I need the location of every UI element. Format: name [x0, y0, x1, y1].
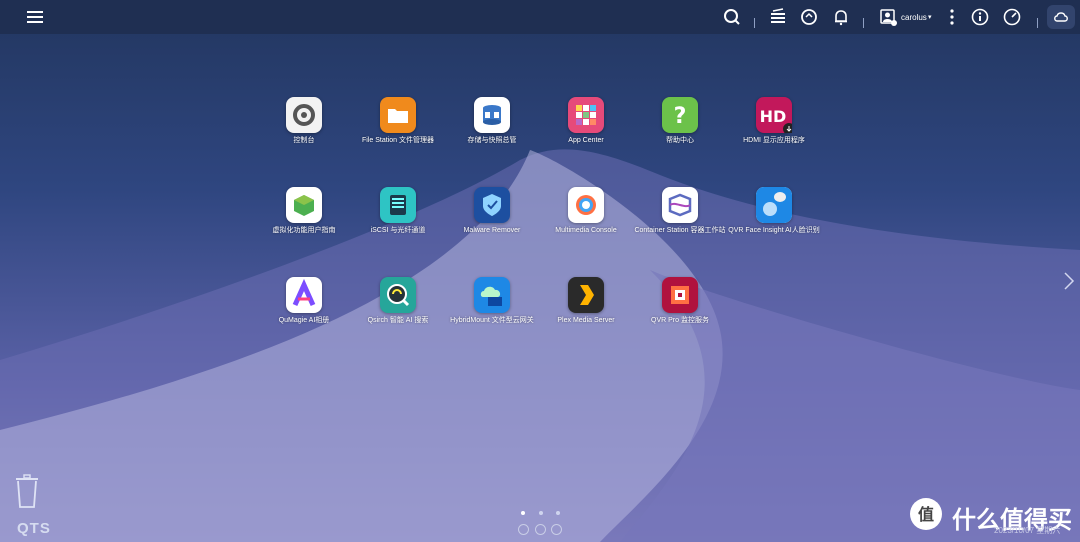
- speedometer-icon[interactable]: [1003, 8, 1021, 26]
- app-label: HybridMount 文件型云网关: [450, 317, 534, 324]
- separator: [754, 18, 755, 28]
- app-label: Malware Remover: [463, 227, 521, 234]
- separator: [1037, 18, 1038, 28]
- app-label: File Station 文件管理器: [362, 137, 434, 144]
- face-camera-icon[interactable]: [756, 187, 792, 223]
- svg-text:HD: HD: [760, 107, 787, 126]
- app-label: iSCSI 与光纤通道: [370, 227, 426, 234]
- app-help[interactable]: ? 帮助中心: [632, 97, 728, 146]
- shield-icon[interactable]: [474, 187, 510, 223]
- app-label: 帮助中心: [666, 137, 694, 144]
- app-shield[interactable]: Malware Remover: [444, 187, 540, 236]
- app-label: QVR Face Insight AI人脸识别: [728, 227, 820, 234]
- app-label: Qsirch 智能 AI 搜索: [367, 317, 429, 324]
- container-icon[interactable]: [662, 187, 698, 223]
- app-label: QVR Pro 监控服务: [651, 317, 709, 324]
- app-gear[interactable]: 控制台: [256, 97, 352, 146]
- help-icon[interactable]: ?: [662, 97, 698, 133]
- svg-text:值: 值: [918, 505, 934, 524]
- desktop-control-icon[interactable]: [518, 524, 529, 535]
- more-icon[interactable]: [943, 8, 961, 26]
- multimedia-icon[interactable]: [568, 187, 604, 223]
- app-label: Multimedia Console: [555, 227, 617, 234]
- search-icon[interactable]: [723, 8, 741, 26]
- app-label: 控制台: [293, 137, 315, 144]
- cube-icon[interactable]: [286, 187, 322, 223]
- app-cube[interactable]: 虚拟化功能用户指南: [256, 187, 352, 236]
- folder-icon[interactable]: [380, 97, 416, 133]
- server-icon[interactable]: [380, 187, 416, 223]
- app-label: QuMagie AI相册: [278, 317, 330, 324]
- svg-text:?: ?: [674, 104, 687, 129]
- app-server[interactable]: iSCSI 与光纤通道: [350, 187, 446, 236]
- hd-icon[interactable]: HD: [756, 97, 792, 133]
- app-label: Plex Media Server: [557, 317, 615, 324]
- gear-icon[interactable]: [286, 97, 322, 133]
- app-face-camera[interactable]: QVR Face Insight AI人脸识别: [726, 187, 822, 236]
- qvr-pro-icon[interactable]: [662, 277, 698, 313]
- app-qsirch[interactable]: Qsirch 智能 AI 搜索: [350, 277, 446, 326]
- sync-icon[interactable]: [800, 8, 818, 26]
- watermark-logo: 值: [910, 498, 942, 530]
- app-cloud-gateway[interactable]: HybridMount 文件型云网关: [444, 277, 540, 326]
- app-multimedia[interactable]: Multimedia Console: [538, 187, 634, 236]
- app-app-grid[interactable]: App Center: [538, 97, 634, 146]
- qsirch-icon[interactable]: [380, 277, 416, 313]
- app-database[interactable]: 存储与快照总管: [444, 97, 540, 146]
- trash-icon[interactable]: [14, 474, 40, 508]
- separator: [863, 18, 864, 28]
- info-icon[interactable]: [971, 8, 989, 26]
- bell-icon[interactable]: [832, 8, 850, 26]
- app-label: 虚拟化功能用户指南: [272, 227, 336, 234]
- page-dot[interactable]: [556, 511, 560, 515]
- app-folder[interactable]: File Station 文件管理器: [350, 97, 446, 146]
- tasks-icon[interactable]: [769, 8, 787, 26]
- plex-icon[interactable]: [568, 277, 604, 313]
- cloud-icon[interactable]: [1047, 5, 1075, 29]
- qumagie-icon[interactable]: [286, 277, 322, 313]
- app-qvr-pro[interactable]: QVR Pro 监控服务: [632, 277, 728, 326]
- desktop-control-icon[interactable]: [535, 524, 546, 535]
- user-icon[interactable]: [879, 8, 897, 26]
- chevron-right-icon[interactable]: [1063, 271, 1075, 291]
- app-label: Container Station 容器工作站: [634, 227, 726, 234]
- app-label: HDMI 显示应用程序: [743, 137, 805, 144]
- qts-logo: QTS: [17, 520, 51, 537]
- app-grid-icon[interactable]: [568, 97, 604, 133]
- desktop-control-icon[interactable]: [551, 524, 562, 535]
- date-text: 2023/10/07 星期六: [994, 526, 1061, 535]
- chevron-down-icon[interactable]: ▾: [928, 13, 932, 21]
- hamburger-icon[interactable]: [26, 8, 44, 26]
- app-label: App Center: [568, 137, 604, 144]
- cloud-gateway-icon[interactable]: [474, 277, 510, 313]
- page-dot[interactable]: [539, 511, 543, 515]
- database-icon[interactable]: [474, 97, 510, 133]
- top-bar: carolus ▾: [0, 0, 1080, 34]
- app-container[interactable]: Container Station 容器工作站: [632, 187, 728, 236]
- desktop: [0, 0, 1080, 542]
- page-dot-active[interactable]: [521, 511, 525, 515]
- app-qumagie[interactable]: QuMagie AI相册: [256, 277, 352, 326]
- app-hd[interactable]: HD HDMI 显示应用程序: [726, 97, 822, 146]
- app-label: 存储与快照总管: [467, 137, 517, 144]
- app-plex[interactable]: Plex Media Server: [538, 277, 634, 326]
- username-label[interactable]: carolus: [901, 13, 927, 22]
- wallpaper-wave: [0, 149, 1080, 542]
